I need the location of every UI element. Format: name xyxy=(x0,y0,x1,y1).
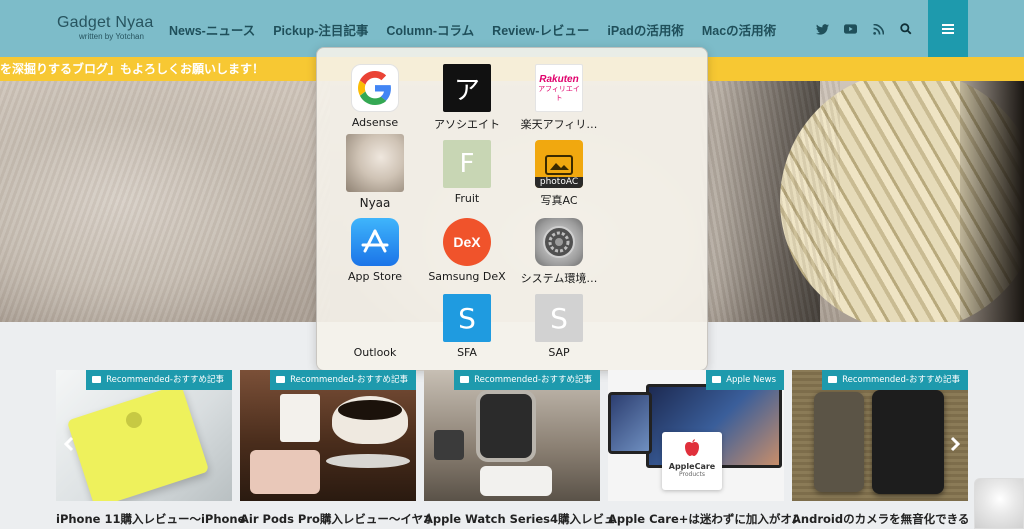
rakuten-icon: Rakuten アフィリエイト xyxy=(535,64,583,112)
applecare-logo-text: AppleCare xyxy=(668,462,716,471)
article-title[interactable]: Apple Watch Series4購入レビュ xyxy=(424,511,614,527)
rakuten-logo-sub: アフィリエイト xyxy=(538,84,580,102)
app-label: 写真AC xyxy=(540,194,578,207)
launcher-popover: Adsense ア アソシエイト Rakuten アフィリエイト 楽天アフィリ…… xyxy=(316,47,708,371)
article-card[interactable]: Recommended-おすすめ記事 Apple Watch Series4購入… xyxy=(424,370,614,529)
carousel-prev-button[interactable] xyxy=(60,432,78,456)
app-label: Fruit xyxy=(454,192,480,205)
site-title: Gadget Nyaa xyxy=(57,14,154,31)
badge-label: Apple News xyxy=(726,375,776,385)
app-sfa[interactable]: S SFA xyxy=(421,294,513,359)
nav-item-review[interactable]: Review-レビュー xyxy=(492,20,589,39)
article-carousel: Recommended-おすすめ記事 iPhone 11購入レビュー〜iPhon… xyxy=(56,370,969,529)
app-store-icon xyxy=(351,218,399,266)
app-fruit[interactable]: F Fruit xyxy=(421,140,513,205)
article-title[interactable]: Apple Care+は迷わずに加入がオス xyxy=(608,511,798,527)
article-card[interactable]: Recommended-おすすめ記事 iPhone 11購入レビュー〜iPhon… xyxy=(56,370,245,529)
article-card[interactable]: Recommended-おすすめ記事 Air Pods Pro購入レビュー〜イヤ… xyxy=(240,370,430,529)
sap-glyph: S xyxy=(550,301,568,335)
category-badge[interactable]: Recommended-おすすめ記事 xyxy=(270,370,416,390)
category-badge[interactable]: Recommended-おすすめ記事 xyxy=(454,370,600,390)
cat-photo-icon xyxy=(346,134,404,192)
chevron-left-icon xyxy=(64,436,74,452)
youtube-icon[interactable] xyxy=(836,20,864,38)
badge-label: Recommended-おすすめ記事 xyxy=(842,375,960,385)
folder-icon xyxy=(460,376,470,383)
app-label: Outlook xyxy=(353,346,397,359)
nav-item-mac[interactable]: Macの活用術 xyxy=(702,20,776,39)
dex-glyph: DeX xyxy=(453,234,481,250)
microsoft-icon xyxy=(351,294,399,342)
app-samsung-dex[interactable]: DeX Samsung DeX xyxy=(421,218,513,283)
badge-label: Recommended-おすすめ記事 xyxy=(106,375,224,385)
app-nyaa[interactable]: Nyaa xyxy=(329,134,421,210)
app-system-preferences[interactable]: システム環境… xyxy=(513,218,605,286)
folder-icon xyxy=(828,376,838,383)
app-label: App Store xyxy=(347,270,403,283)
app-sap[interactable]: S SAP xyxy=(513,294,605,359)
system-preferences-icon xyxy=(535,218,583,266)
photoac-logo-text: photoAC xyxy=(535,177,583,188)
badge-label: Recommended-おすすめ記事 xyxy=(474,375,592,385)
app-label: Adsense xyxy=(351,116,399,129)
fruit-glyph: F xyxy=(459,149,475,179)
app-label: Nyaa xyxy=(359,196,391,210)
app-label: Samsung DeX xyxy=(428,270,506,283)
category-badge[interactable]: Recommended-おすすめ記事 xyxy=(86,370,232,390)
nav-item-column[interactable]: Column-コラム xyxy=(386,20,474,39)
site-subtitle: written by Yotchan xyxy=(79,32,144,41)
app-outlook[interactable]: Outlook xyxy=(329,294,421,359)
folder-icon xyxy=(92,376,102,383)
letter-s-gray-icon: S xyxy=(535,294,583,342)
chevron-right-icon xyxy=(950,436,960,452)
article-title[interactable]: iPhone 11購入レビュー〜iPhone xyxy=(56,511,246,527)
google-icon xyxy=(351,64,399,112)
sfa-glyph: S xyxy=(458,301,476,335)
nav-item-pickup[interactable]: Pickup-注目記事 xyxy=(273,20,368,39)
site-logo[interactable]: Gadget Nyaa written by Yotchan xyxy=(57,14,153,41)
carousel-next-button[interactable] xyxy=(946,432,964,456)
category-badge[interactable]: Recommended-おすすめ記事 xyxy=(822,370,968,390)
search-icon[interactable] xyxy=(892,20,920,38)
nav-item-ipad[interactable]: iPadの活用術 xyxy=(607,20,683,39)
corner-thumbnail[interactable] xyxy=(974,478,1024,529)
app-label: SAP xyxy=(548,346,570,359)
twitter-icon[interactable] xyxy=(808,20,836,38)
article-card[interactable]: AppleCare Products Apple News Apple Care… xyxy=(608,370,798,529)
app-label: システム環境… xyxy=(520,272,598,285)
app-label: 楽天アフィリ… xyxy=(520,118,598,131)
app-label: SFA xyxy=(457,346,477,359)
app-label: アソシエイト xyxy=(434,118,500,131)
rss-icon[interactable] xyxy=(864,20,892,38)
samsung-dex-icon: DeX xyxy=(443,218,491,266)
app-rakuten[interactable]: Rakuten アフィリエイト 楽天アフィリ… xyxy=(513,64,605,132)
photoac-icon: photoAC xyxy=(535,140,583,188)
category-badge[interactable]: Apple News xyxy=(706,370,784,390)
letter-s-icon: S xyxy=(443,294,491,342)
main-nav: News-ニュース Pickup-注目記事 Column-コラム Review-… xyxy=(160,20,785,39)
menu-button[interactable] xyxy=(928,0,968,57)
header-icons xyxy=(808,20,920,38)
badge-label: Recommended-おすすめ記事 xyxy=(290,375,408,385)
article-title[interactable]: Air Pods Pro購入レビュー〜イヤホ xyxy=(240,511,430,527)
article-title[interactable]: Androidのカメラを無音化できる xyxy=(792,511,982,527)
letter-f-icon: F xyxy=(443,140,491,188)
amazon-associate-icon: ア xyxy=(443,64,491,112)
app-adsense[interactable]: Adsense xyxy=(329,64,421,129)
hamburger-icon xyxy=(942,23,954,34)
page: Gadget Nyaa written by Yotchan News-ニュース… xyxy=(0,0,1024,529)
article-card[interactable]: Recommended-おすすめ記事 Androidのカメラを無音化できる xyxy=(792,370,969,529)
app-associate[interactable]: ア アソシエイト xyxy=(421,64,513,132)
folder-icon xyxy=(712,376,722,383)
folder-icon xyxy=(276,376,286,383)
rakuten-logo-text: Rakuten xyxy=(539,73,579,85)
associate-glyph: ア xyxy=(453,75,480,106)
applecare-logo-sub: Products xyxy=(679,471,705,478)
app-photoac[interactable]: photoAC 写真AC xyxy=(513,140,605,208)
app-app-store[interactable]: App Store xyxy=(329,218,421,283)
nav-item-news[interactable]: News-ニュース xyxy=(169,20,255,39)
